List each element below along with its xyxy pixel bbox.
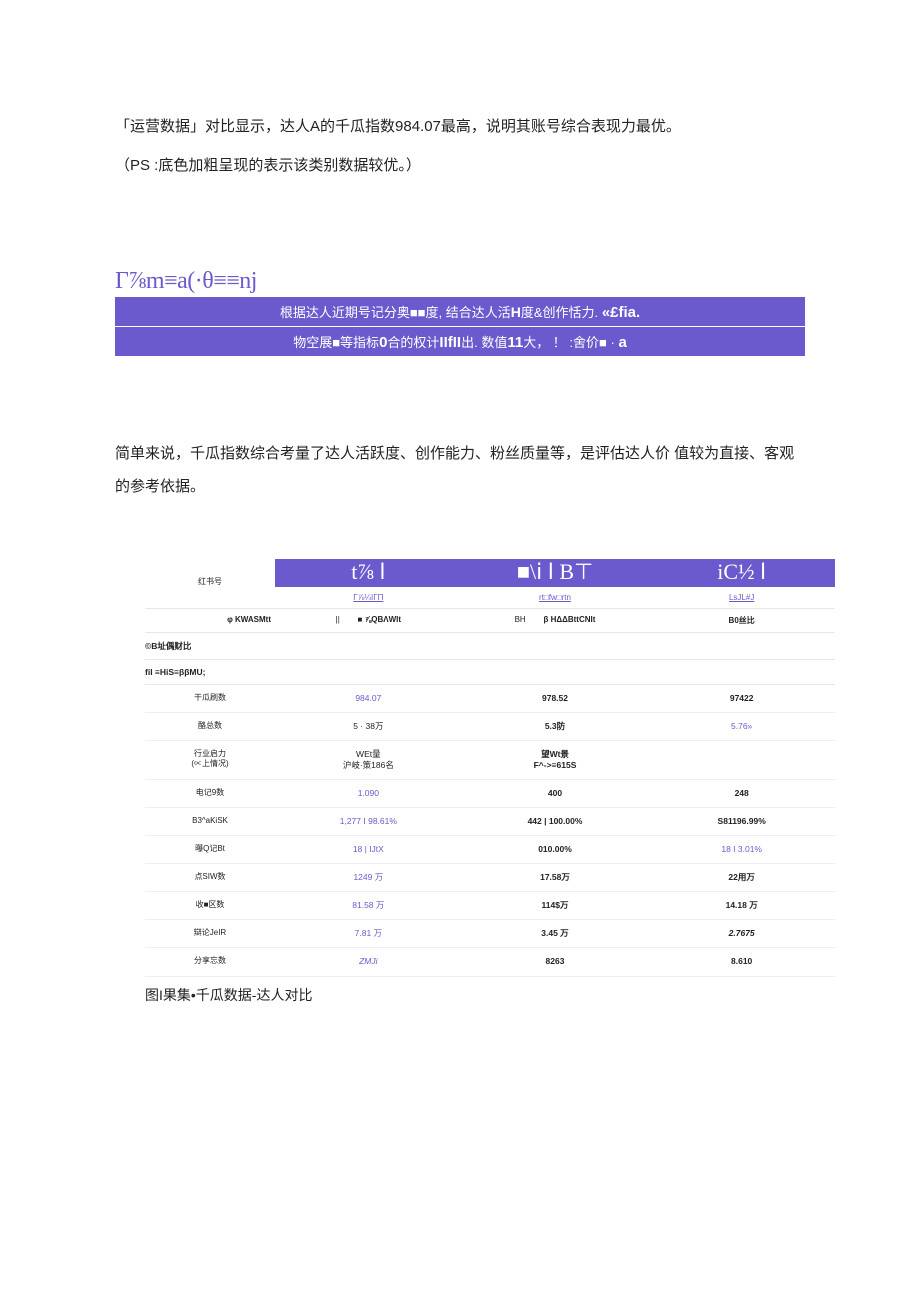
row-label: 辯论JeIR <box>145 920 275 947</box>
compare-c: B0丝比 <box>648 609 835 632</box>
cell-a: 1249 万 <box>275 864 462 891</box>
row-label: B3^aKiSK <box>145 808 275 835</box>
compare-a: || ■ ⅞QBΛWIt <box>275 609 462 632</box>
banner-row-2: 物空展■等指标0合的权计IIfII出. 数值11大， ！ :舍价■ · a <box>115 327 805 356</box>
table-row: 分享忘数ZMJi82638.610 <box>145 948 835 976</box>
compare-b: BH β HΔΔBttCNIt <box>462 609 649 632</box>
row-label: 点SIW数 <box>145 864 275 891</box>
row-label: 行业启力(∝上情况) <box>145 741 275 779</box>
row-label: 电记9数 <box>145 780 275 807</box>
cell-c: 2.7675 <box>648 920 835 947</box>
cell-a: 81.58 万 <box>275 892 462 919</box>
cell-c: S81196.99% <box>648 808 835 835</box>
figure-caption: 图I果集•千瓜数据-达人对比 <box>145 985 805 1005</box>
section-2: fiI ≡HiS≡ββMU; <box>145 660 835 685</box>
row-label: 分享忘数 <box>145 948 275 975</box>
cell-c <box>648 741 835 779</box>
cell-b: 978.52 <box>462 685 649 712</box>
table-row: 收■区数81.58 万114$万14.18 万 <box>145 892 835 920</box>
table-row: 电记9数1.090400248 <box>145 780 835 808</box>
table-row: 干瓜刷数984.07978.5297422 <box>145 685 835 713</box>
cell-b: 442 | 100.00% <box>462 808 649 835</box>
cell-b: 114$万 <box>462 892 649 919</box>
intro-line-2: （PS :底色加粗呈现的表示该类别数据较优。） <box>115 149 805 182</box>
banner-row-1: 根据达人近期号记分奥■■度, 结合达人活H度&创作恬力. «£fia. <box>115 297 805 326</box>
cell-b: 5.3防 <box>462 713 649 740</box>
section-1: ©B址偶财比 <box>145 633 835 660</box>
cell-b: 3.45 万 <box>462 920 649 947</box>
cell-a: WEt量沪岐·策186名 <box>275 741 462 779</box>
id-row: Γ⅞¼ⅼΓΠ rt□fw□rtn LsJL#J <box>145 587 835 609</box>
row-label: 酪总数 <box>145 713 275 740</box>
header-col-b: ■\ⅰ ⅼ B⊤ <box>462 559 649 587</box>
cell-a: 7.81 万 <box>275 920 462 947</box>
cell-a: 1,277 I 98.61% <box>275 808 462 835</box>
table-row: 辯论JeIR7.81 万3.45 万2.7675 <box>145 920 835 948</box>
cell-b: 8263 <box>462 948 649 975</box>
header-label: 红书号 <box>145 576 275 587</box>
cell-a: 1.090 <box>275 780 462 807</box>
table-row: 点SIW数1249 万17.58万22用万 <box>145 864 835 892</box>
row-label: 干瓜刷数 <box>145 685 275 712</box>
cell-b: 010.00% <box>462 836 649 863</box>
cell-a: 18 | IJtX <box>275 836 462 863</box>
intro-line-1: 「运营数据」对比显示，达人A的千瓜指数984.07最高，说明其账号综合表现力最优… <box>115 110 805 143</box>
middle-paragraph: 简单来说，千瓜指数综合考量了达人活跃度、创作能力、粉丝质量等，是评估达人价 值较… <box>115 437 805 503</box>
formula-heading: Γ⅞m≡a(·θ≡≡nj <box>115 268 805 295</box>
cell-a: ZMJi <box>275 948 462 975</box>
cell-b: 17.58万 <box>462 864 649 891</box>
spacer <box>115 188 805 268</box>
table-row: 行业启力(∝上情况)WEt量沪岐·策186名望Wt景F^->≡615S <box>145 741 835 780</box>
cell-c: 97422 <box>648 685 835 712</box>
cell-c: 22用万 <box>648 864 835 891</box>
id-a[interactable]: Γ⅞¼ⅼΓΠ <box>275 587 462 608</box>
cell-c: 248 <box>648 780 835 807</box>
row-label: 曝Q记Bt <box>145 836 275 863</box>
compare-label: φ KWASMtt <box>145 609 275 632</box>
header-col-a: t⅞ ⅼ <box>275 559 462 587</box>
comparison-table: 红书号 t⅞ ⅼ ■\ⅰ ⅼ B⊤ iC½ ⅼ Γ⅞¼ⅼΓΠ rt□fw□rtn… <box>145 559 835 977</box>
table-header-row: 红书号 t⅞ ⅼ ■\ⅰ ⅼ B⊤ iC½ ⅼ <box>145 559 835 587</box>
cell-c: 18 I 3.01% <box>648 836 835 863</box>
table-row: 酪总数5 · 38万5.3防5.76» <box>145 713 835 741</box>
cell-c: 14.18 万 <box>648 892 835 919</box>
cell-a: 5 · 38万 <box>275 713 462 740</box>
cell-c: 8.610 <box>648 948 835 975</box>
cell-a: 984.07 <box>275 685 462 712</box>
compare-info-row: φ KWASMtt || ■ ⅞QBΛWIt BH β HΔΔBttCNIt B… <box>145 609 835 633</box>
cell-c: 5.76» <box>648 713 835 740</box>
row-label: 收■区数 <box>145 892 275 919</box>
spacer <box>115 357 805 437</box>
cell-b: 400 <box>462 780 649 807</box>
table-row: 曝Q记Bt18 | IJtX010.00%18 I 3.01% <box>145 836 835 864</box>
table-row: B3^aKiSK1,277 I 98.61%442 | 100.00%S8119… <box>145 808 835 836</box>
id-c[interactable]: LsJL#J <box>648 587 835 608</box>
definition-banner: 根据达人近期号记分奥■■度, 结合达人活H度&创作恬力. «£fia. 物空展■… <box>115 297 805 356</box>
id-b[interactable]: rt□fw□rtn <box>462 587 649 608</box>
cell-b: 望Wt景F^->≡615S <box>462 741 649 779</box>
spacer <box>115 509 805 559</box>
header-col-c: iC½ ⅼ <box>648 559 835 587</box>
